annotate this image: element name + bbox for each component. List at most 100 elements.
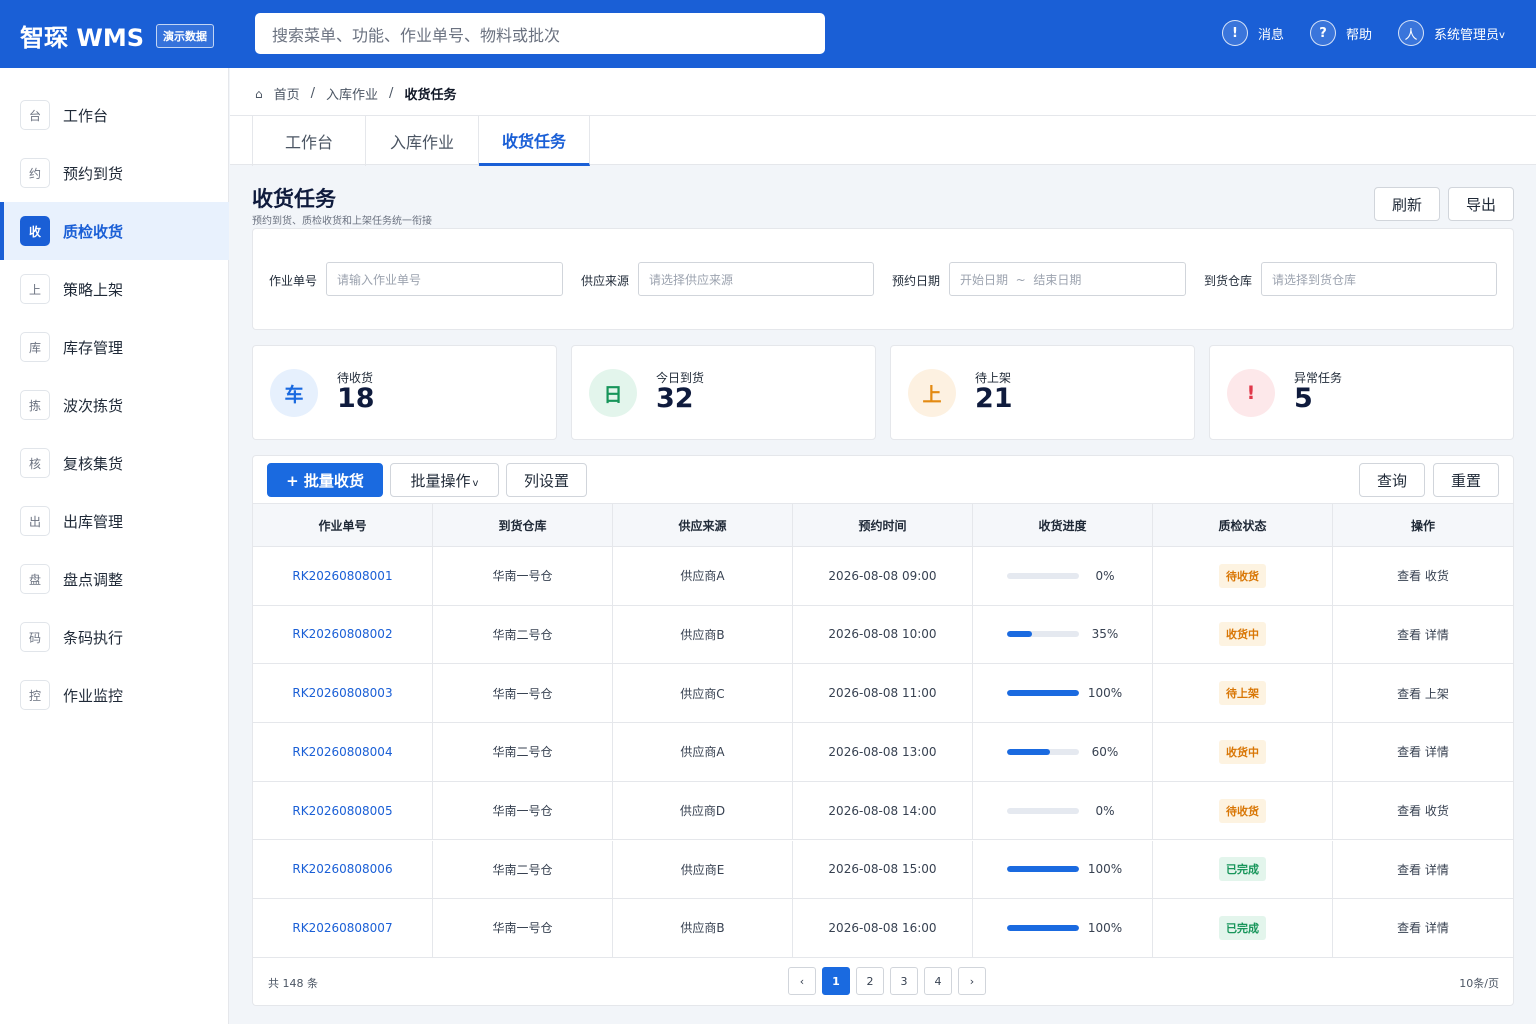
help-button[interactable]: ? 帮助 bbox=[1310, 20, 1372, 46]
stat-card[interactable]: 日今日到货 32 bbox=[571, 345, 876, 440]
status-cell: 收货中 bbox=[1153, 723, 1333, 781]
stat-card[interactable]: 车待收货 18 bbox=[252, 345, 557, 440]
progress-bar bbox=[1007, 866, 1079, 873]
sidebar-item[interactable]: 台工作台 bbox=[0, 86, 229, 144]
prev-page-button[interactable]: ‹ bbox=[788, 967, 816, 995]
column-header[interactable]: 操作 bbox=[1333, 504, 1513, 547]
sidebar-nav: 台工作台约预约到货收质检收货上策略上架库库存管理拣波次拣货核复核集货出出库管理盘… bbox=[0, 68, 229, 1024]
user-menu[interactable]: 人 系统管理员 v bbox=[1398, 20, 1505, 46]
stat-icon: 日 bbox=[589, 369, 637, 417]
table-row[interactable]: RK20260808002 华南二号仓 供应商B 2026-08-08 10:00 35… bbox=[253, 605, 1513, 665]
order-number-link[interactable]: RK20260808003 bbox=[253, 664, 433, 722]
row-actions[interactable]: 查看 详情 bbox=[1333, 723, 1513, 781]
table-row[interactable]: RK20260808004 华南二号仓 供应商A 2026-08-08 13:00 60… bbox=[253, 723, 1513, 782]
alert-icon: ! bbox=[1222, 20, 1248, 46]
supplier-select[interactable]: 请选择供应来源 bbox=[638, 262, 874, 296]
row-actions[interactable]: 查看 上架 bbox=[1333, 664, 1513, 722]
stat-value: 5 bbox=[1294, 383, 1313, 414]
tab-workbench[interactable]: 工作台 bbox=[252, 116, 366, 166]
column-header[interactable]: 到货仓库 bbox=[433, 504, 613, 547]
batch-receive-button[interactable]: + 批量收货 bbox=[267, 463, 383, 497]
row-actions[interactable]: 查看 收货 bbox=[1333, 547, 1513, 605]
warehouse-select[interactable]: 请选择到货仓库 bbox=[1261, 262, 1497, 296]
reset-button[interactable]: 重置 bbox=[1433, 463, 1499, 497]
order-number-link[interactable]: RK20260808007 bbox=[253, 899, 433, 957]
logo-text: 智琛 WMS bbox=[20, 24, 144, 52]
table-cell: 华南一号仓 bbox=[433, 547, 613, 605]
sidebar-item[interactable]: 出出库管理 bbox=[0, 492, 229, 550]
table-cell: 供应商A bbox=[613, 723, 793, 781]
status-badge: 已完成 bbox=[1219, 915, 1266, 940]
column-header[interactable]: 质检状态 bbox=[1153, 504, 1333, 547]
filter-label-warehouse: 到货仓库 bbox=[1204, 274, 1253, 288]
column-settings-button[interactable]: 列设置 bbox=[506, 463, 587, 497]
sidebar-item[interactable]: 控作业监控 bbox=[0, 666, 229, 724]
page-subtitle: 预约到货、质检收货和上架任务统一衔接 bbox=[252, 216, 432, 227]
column-header[interactable]: 供应来源 bbox=[613, 504, 793, 547]
table-row[interactable]: RK20260808001 华南一号仓 供应商A 2026-08-08 09:00 0%… bbox=[253, 547, 1513, 606]
stat-value: 32 bbox=[656, 383, 694, 414]
page-button[interactable]: 1 bbox=[822, 967, 850, 995]
page-size-select[interactable]: 10条/页 bbox=[1459, 975, 1499, 991]
batch-ops-dropdown[interactable]: 批量操作 v bbox=[390, 463, 499, 497]
row-actions[interactable]: 查看 详情 bbox=[1333, 841, 1513, 899]
table-cell: 2026-08-08 14:00 bbox=[793, 781, 973, 840]
progress-bar-fill bbox=[1007, 748, 1051, 755]
sidebar-item[interactable]: 约预约到货 bbox=[0, 144, 229, 202]
page-button[interactable]: 3 bbox=[890, 967, 918, 995]
sidebar-item-label: 条码执行 bbox=[63, 628, 124, 647]
tab-inbound[interactable]: 入库作业 bbox=[366, 116, 479, 166]
progress-cell: 35% bbox=[973, 605, 1153, 664]
stat-card[interactable]: 上待上架 21 bbox=[890, 345, 1195, 440]
table-row[interactable]: RK20260808005 华南一号仓 供应商D 2026-08-08 14:00 0%… bbox=[253, 781, 1513, 841]
sidebar-item[interactable]: 盘盘点调整 bbox=[0, 550, 229, 608]
batch-ops-label: 批量操作 bbox=[410, 471, 471, 490]
table-cell: 供应商A bbox=[613, 547, 793, 605]
table-row[interactable]: RK20260808003 华南一号仓 供应商C 2026-08-08 11:00 10… bbox=[253, 664, 1513, 723]
query-button[interactable]: 查询 bbox=[1359, 463, 1425, 497]
sidebar-item-label: 工作台 bbox=[63, 106, 109, 125]
date-range-picker[interactable]: 开始日期 ~ 结束日期 bbox=[949, 262, 1186, 296]
column-header[interactable]: 收货进度 bbox=[973, 504, 1153, 547]
messages-button[interactable]: ! 消息 bbox=[1222, 20, 1284, 46]
breadcrumb-inbound[interactable]: 入库作业 bbox=[326, 84, 378, 103]
progress-bar bbox=[1007, 807, 1079, 814]
order-number-input[interactable]: 请输入作业单号 bbox=[326, 262, 563, 296]
table-cell: 供应商B bbox=[613, 605, 793, 664]
app-logo[interactable]: 智琛 WMS 演示数据 bbox=[20, 18, 214, 53]
breadcrumb-home[interactable]: 首页 bbox=[274, 84, 300, 103]
sidebar-item[interactable]: 码条码执行 bbox=[0, 608, 229, 666]
row-actions[interactable]: 查看 详情 bbox=[1333, 606, 1513, 664]
table-cell: 华南一号仓 bbox=[433, 899, 613, 957]
table-row[interactable]: RK20260808006 华南二号仓 供应商E 2026-08-08 15:00 10… bbox=[253, 840, 1513, 900]
sidebar-item[interactable]: 核复核集货 bbox=[0, 434, 229, 492]
export-button[interactable]: 导出 bbox=[1448, 187, 1514, 221]
stat-card[interactable]: ! 异常任务 5 bbox=[1209, 345, 1514, 440]
order-number-link[interactable]: RK20260808005 bbox=[253, 781, 433, 840]
progress-cell: 60% bbox=[973, 723, 1153, 781]
sidebar-item[interactable]: 库库存管理 bbox=[0, 318, 229, 376]
sidebar-item[interactable]: 拣波次拣货 bbox=[0, 376, 229, 434]
tab-receiving-task[interactable]: 收货任务 bbox=[479, 116, 590, 166]
order-number-link[interactable]: RK20260808004 bbox=[253, 723, 433, 781]
sidebar-item[interactable]: 收质检收货 bbox=[0, 202, 229, 260]
refresh-button[interactable]: 刷新 bbox=[1374, 187, 1440, 221]
progress-text: 0% bbox=[1095, 803, 1115, 818]
next-page-button[interactable]: › bbox=[958, 967, 986, 995]
order-number-link[interactable]: RK20260808001 bbox=[253, 547, 433, 605]
table-row[interactable]: RK20260808007 华南一号仓 供应商B 2026-08-08 16:00 10… bbox=[253, 899, 1513, 958]
row-actions[interactable]: 查看 收货 bbox=[1333, 782, 1513, 840]
order-number-link[interactable]: RK20260808006 bbox=[253, 840, 433, 899]
page-button[interactable]: 2 bbox=[856, 967, 884, 995]
table-cell: 华南二号仓 bbox=[433, 840, 613, 899]
progress-text: 100% bbox=[1087, 862, 1123, 877]
sidebar-item[interactable]: 上策略上架 bbox=[0, 260, 229, 318]
column-header[interactable]: 预约时间 bbox=[793, 504, 973, 547]
page-button[interactable]: 4 bbox=[924, 967, 952, 995]
breadcrumb-separator: / bbox=[310, 86, 316, 101]
order-number-link[interactable]: RK20260808002 bbox=[253, 605, 433, 664]
column-header[interactable]: 作业单号 bbox=[253, 504, 433, 547]
global-search-input[interactable]: 搜索菜单、功能、作业单号、物料或批次 bbox=[255, 13, 825, 54]
row-actions[interactable]: 查看 详情 bbox=[1333, 899, 1513, 957]
progress-text: 35% bbox=[1091, 627, 1119, 642]
